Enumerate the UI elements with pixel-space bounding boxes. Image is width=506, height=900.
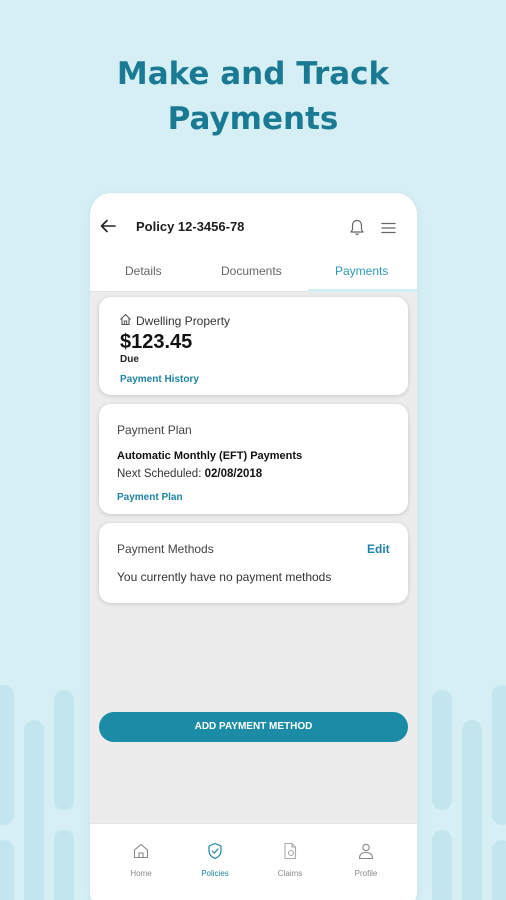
person-icon bbox=[358, 843, 374, 860]
hero-line-1: Make and Track bbox=[116, 56, 390, 92]
tab-bar: Details Documents Payments bbox=[90, 255, 417, 292]
add-payment-method-button[interactable]: ADD PAYMENT METHOD bbox=[99, 712, 408, 742]
shield-check-icon bbox=[208, 842, 222, 860]
payments-content: Dwelling Property $123.45 Due Payment Hi… bbox=[90, 292, 417, 823]
hero-line-2: Payments bbox=[167, 101, 339, 137]
payment-plan-card: Payment Plan Automatic Monthly (EFT) Pay… bbox=[99, 404, 408, 514]
amount-status: Due bbox=[120, 354, 139, 365]
nav-policies-label: Policies bbox=[201, 869, 229, 878]
house-icon bbox=[120, 313, 131, 326]
next-scheduled-label: Next Scheduled: bbox=[117, 468, 202, 480]
bell-icon[interactable] bbox=[349, 219, 365, 236]
nav-claims-label: Claims bbox=[277, 869, 303, 878]
property-card: Dwelling Property $123.45 Due Payment Hi… bbox=[99, 297, 408, 395]
tab-documents[interactable]: Documents bbox=[221, 264, 282, 278]
payment-methods-heading: Payment Methods bbox=[117, 542, 214, 556]
payment-methods-card: Payment Methods Edit You currently have … bbox=[99, 523, 408, 603]
edit-payment-methods-button[interactable]: Edit bbox=[367, 542, 390, 556]
amount-due: $123.45 bbox=[120, 331, 193, 353]
hero-headline: Make and Track Payments bbox=[0, 52, 506, 142]
nav-policies[interactable]: Policies bbox=[185, 842, 245, 878]
property-name: Dwelling Property bbox=[136, 314, 231, 328]
back-arrow-icon[interactable] bbox=[100, 219, 116, 233]
tab-details[interactable]: Details bbox=[125, 264, 162, 278]
next-scheduled-date: 02/08/2018 bbox=[204, 468, 263, 480]
phone-screen: Policy 12-3456-78 Details Documents Paym… bbox=[90, 193, 417, 900]
payment-plan-link[interactable]: Payment Plan bbox=[117, 492, 183, 503]
nav-home[interactable]: Home bbox=[111, 842, 171, 878]
claims-document-icon bbox=[284, 842, 297, 860]
no-payment-methods-message: You currently have no payment methods bbox=[117, 570, 332, 584]
nav-profile-label: Profile bbox=[354, 869, 378, 878]
payment-history-link[interactable]: Payment History bbox=[120, 374, 199, 385]
home-icon bbox=[133, 843, 149, 859]
plan-name: Automatic Monthly (EFT) Payments bbox=[117, 450, 303, 462]
next-scheduled: Next Scheduled: 02/08/2018 bbox=[117, 468, 262, 480]
app-bar: Policy 12-3456-78 bbox=[90, 193, 417, 255]
tab-payments[interactable]: Payments bbox=[335, 264, 388, 278]
menu-icon[interactable] bbox=[381, 222, 396, 234]
payment-plan-heading: Payment Plan bbox=[117, 423, 192, 437]
nav-profile[interactable]: Profile bbox=[336, 842, 396, 878]
bottom-navigation: Home Policies Claims Profile bbox=[90, 823, 417, 900]
nav-claims[interactable]: Claims bbox=[260, 842, 320, 878]
nav-home-label: Home bbox=[130, 869, 152, 878]
page-title: Policy 12-3456-78 bbox=[136, 219, 245, 234]
